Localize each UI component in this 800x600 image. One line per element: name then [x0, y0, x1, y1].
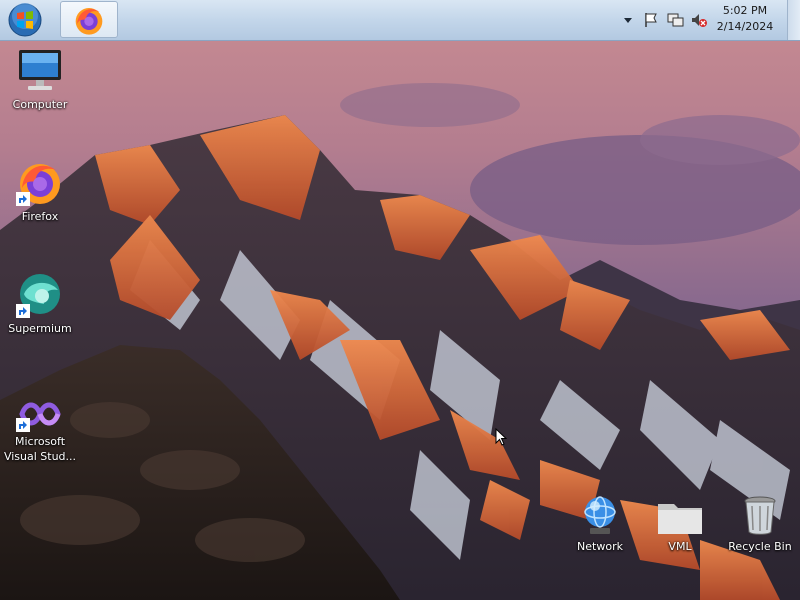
windows-orb-icon [8, 3, 42, 37]
desktop-icon-visual-studio[interactable]: Microsoft Visual Stud... [2, 394, 78, 464]
desktop-icon-label: Microsoft Visual Stud... [3, 435, 77, 463]
desktop-icon-network[interactable]: Network [562, 494, 638, 554]
desktop-icon-label: Network [577, 540, 623, 553]
clock-time: 5:02 PM [722, 4, 768, 17]
network-icon[interactable] [666, 11, 684, 29]
show-hidden-icons-arrow[interactable] [619, 11, 637, 29]
taskbar-clock[interactable]: 5:02 PM 2/14/2024 [710, 3, 780, 35]
computer-icon [19, 50, 61, 90]
action-center-flag-icon[interactable] [642, 11, 660, 29]
folder-icon [658, 504, 702, 534]
network-icon [584, 496, 616, 534]
desktop-icon-label: Firefox [21, 210, 59, 223]
desktop-icon-vml[interactable]: VML [642, 498, 718, 554]
taskbar-app-firefox[interactable] [60, 1, 118, 38]
desktop-icon-firefox[interactable]: Firefox [2, 158, 78, 224]
desktop-icon-supermium[interactable]: Supermium [2, 270, 78, 336]
firefox-icon [75, 8, 103, 35]
desktop-icon-label: Recycle Bin [728, 540, 792, 553]
volume-muted-icon[interactable] [690, 11, 708, 29]
desktop-icon-recycle-bin[interactable]: Recycle Bin [722, 494, 798, 554]
desktop-icon-label: Supermium [8, 322, 72, 335]
desktop-icon-label: VML [668, 540, 692, 553]
desktop-icon-label: Computer [12, 98, 68, 111]
mouse-cursor-icon [495, 428, 507, 446]
shortcut-arrow-icon [16, 418, 30, 432]
show-desktop-button[interactable] [787, 0, 800, 40]
start-button[interactable] [6, 2, 44, 38]
shortcut-arrow-icon [16, 192, 30, 206]
clock-date: 2/14/2024 [716, 20, 774, 33]
taskbar: 5:02 PM 2/14/2024 [0, 0, 800, 41]
recycle-bin-icon [744, 496, 776, 535]
desktop-icon-computer[interactable]: Computer [2, 46, 78, 112]
shortcut-arrow-icon [16, 304, 30, 318]
